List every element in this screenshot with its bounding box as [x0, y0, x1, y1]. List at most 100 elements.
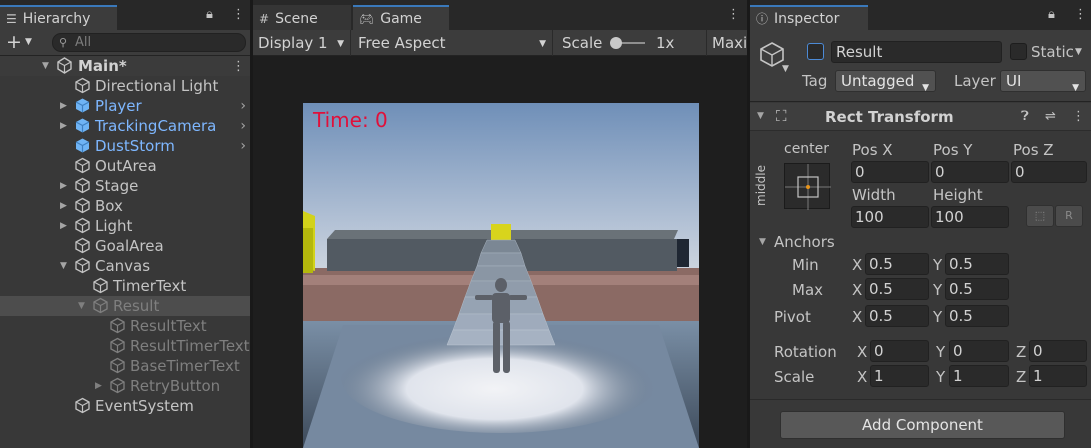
raw-edit-button[interactable]: R: [1055, 205, 1083, 227]
inspector-panel: ⓘ Inspector 🔒︎ ⋮ ▼ Result Static ▼ Tag U…: [750, 0, 1091, 448]
axis-y-label: Y: [936, 343, 946, 361]
height-field[interactable]: 100: [931, 206, 1009, 228]
pos-z-label: Pos Z: [1013, 141, 1054, 159]
tab-scene[interactable]: # Scene: [253, 5, 351, 30]
tree-item-label: RetryButton: [130, 377, 221, 395]
tree-item-result-text[interactable]: ResultText: [0, 316, 250, 336]
axis-x-label: X: [852, 256, 863, 274]
help-icon[interactable]: ❓︎: [1021, 109, 1029, 124]
scene-row-main[interactable]: ▼ Main* ⋮: [0, 56, 250, 76]
pos-x-field[interactable]: 0: [851, 161, 929, 183]
expand-arrow-icon[interactable]: ▼: [42, 61, 49, 71]
expand-arrow-icon[interactable]: ▶: [60, 201, 67, 211]
tree-item-label: ResultText: [130, 317, 207, 335]
expand-arrow-icon[interactable]: ▶: [60, 101, 67, 111]
tree-item-label: Main*: [78, 57, 127, 75]
component-menu-icon[interactable]: ⋮: [1072, 109, 1085, 124]
tree-item-goal-area[interactable]: GoalArea: [0, 236, 250, 256]
tree-item-canvas[interactable]: ▼ Canvas: [0, 256, 250, 276]
rotation-label: Rotation: [774, 343, 837, 361]
rotation-z-field[interactable]: 0: [1029, 340, 1087, 362]
anchor-min-x-field[interactable]: 0.5: [865, 253, 929, 275]
tree-item-result-timer-text[interactable]: ResultTimerText: [0, 336, 250, 356]
tree-item-player[interactable]: ▶ Player ›: [0, 96, 250, 116]
lock-icon[interactable]: 🔒︎: [206, 7, 213, 22]
maximize-on-play-button[interactable]: Maxi: [706, 30, 747, 56]
pivot-x-field[interactable]: 0.5: [865, 305, 929, 327]
add-component-button[interactable]: Add Component: [780, 411, 1065, 439]
tree-item-label: DustStorm: [95, 137, 175, 155]
pos-y-field[interactable]: 0: [931, 161, 1009, 183]
lock-icon[interactable]: 🔒︎: [1048, 7, 1055, 22]
tab-game[interactable]: 🎮︎ Game: [353, 5, 449, 30]
pos-z-field[interactable]: 0: [1011, 161, 1087, 183]
expand-arrow-icon[interactable]: ▶: [60, 221, 67, 231]
chevron-right-icon[interactable]: ›: [240, 98, 246, 114]
expand-arrow-icon[interactable]: ▶: [60, 181, 67, 191]
blueprint-mode-button[interactable]: ⬚: [1026, 205, 1054, 227]
chevron-down-icon: ▼: [1072, 83, 1079, 93]
tree-item-event-system[interactable]: EventSystem: [0, 396, 250, 416]
tree-item-light[interactable]: ▶ Light: [0, 216, 250, 236]
chevron-down-icon: ▼: [539, 39, 546, 49]
layer-dropdown-value: UI: [1006, 72, 1022, 90]
chevron-right-icon[interactable]: ›: [240, 138, 246, 154]
tree-item-box[interactable]: ▶ Box: [0, 196, 250, 216]
anchor-max-x-field[interactable]: 0.5: [865, 278, 929, 300]
object-name-field[interactable]: Result: [831, 41, 1002, 63]
anchor-min-y-field[interactable]: 0.5: [945, 253, 1009, 275]
scale-z-field[interactable]: 1: [1029, 365, 1087, 387]
tree-item-dust-storm[interactable]: DustStorm ›: [0, 136, 250, 156]
width-field[interactable]: 100: [851, 206, 929, 228]
hierarchy-search-input[interactable]: ⚲ All: [52, 33, 246, 52]
tree-item-timer-text[interactable]: TimerText: [0, 276, 250, 296]
active-checkbox[interactable]: [807, 43, 824, 60]
panel-menu-icon[interactable]: ⋮: [1074, 7, 1087, 22]
collapse-arrow-icon[interactable]: ▼: [78, 301, 85, 311]
tab-inspector[interactable]: ⓘ Inspector: [750, 5, 868, 30]
presets-icon[interactable]: ⇌: [1045, 109, 1056, 124]
chevron-right-icon[interactable]: ›: [240, 118, 246, 134]
static-checkbox[interactable]: [1010, 43, 1027, 60]
expand-arrow-icon[interactable]: ▶: [60, 121, 67, 131]
tag-dropdown[interactable]: Untagged ▼: [835, 70, 936, 93]
chevron-down-icon[interactable]: ▼: [782, 64, 789, 74]
collapse-arrow-icon[interactable]: ▼: [757, 111, 764, 121]
rect-transform-icon: ⛶: [776, 107, 787, 125]
rotation-x-field[interactable]: 0: [870, 340, 929, 362]
chevron-down-icon[interactable]: ▼: [25, 37, 32, 47]
display-dropdown[interactable]: Display 1 ▼: [253, 30, 351, 56]
tree-item-tracking-camera[interactable]: ▶ TrackingCamera ›: [0, 116, 250, 136]
tree-item-directional-light[interactable]: Directional Light: [0, 76, 250, 96]
rect-transform-header[interactable]: ▼ ⛶ Rect Transform ❓︎ ⇌ ⋮: [750, 103, 1091, 131]
rotation-y-field[interactable]: 0: [949, 340, 1009, 362]
panel-menu-icon[interactable]: ⋮: [232, 7, 245, 22]
tree-item-retry-button[interactable]: ▶ RetryButton: [0, 376, 250, 396]
scale-x-value: 1: [874, 367, 884, 385]
collapse-arrow-icon[interactable]: ▼: [60, 261, 67, 271]
scale-slider-handle[interactable]: [610, 37, 622, 49]
anchor-presets-button[interactable]: [784, 163, 831, 210]
prefab-icon: [75, 118, 90, 133]
tree-item-result[interactable]: ▼ Result: [0, 296, 250, 316]
pivot-y-field[interactable]: 0.5: [945, 305, 1009, 327]
panel-menu-icon[interactable]: ⋮: [727, 7, 740, 22]
tree-item-label: Stage: [95, 177, 139, 195]
gameobject-icon: [110, 317, 125, 334]
scale-y-field[interactable]: 1: [949, 365, 1009, 387]
scene-menu-icon[interactable]: ⋮: [232, 59, 245, 74]
aspect-dropdown[interactable]: Free Aspect ▼: [353, 30, 553, 56]
tree-item-out-area[interactable]: OutArea: [0, 156, 250, 176]
tree-item-base-timer-text[interactable]: BaseTimerText: [0, 356, 250, 376]
tab-hierarchy[interactable]: ☰ Hierarchy: [0, 5, 117, 30]
expand-arrow-icon[interactable]: ▶: [95, 381, 102, 391]
game-viewport[interactable]: Time: 0: [303, 103, 699, 448]
add-object-button[interactable]: +: [6, 32, 22, 52]
layer-dropdown[interactable]: UI ▼: [1000, 70, 1086, 93]
chevron-down-icon[interactable]: ▼: [1075, 47, 1082, 57]
display-dropdown-value: Display 1: [258, 34, 328, 52]
collapse-arrow-icon[interactable]: ▼: [759, 237, 766, 247]
scale-x-field[interactable]: 1: [870, 365, 929, 387]
tree-item-stage[interactable]: ▶ Stage: [0, 176, 250, 196]
anchor-max-y-field[interactable]: 0.5: [945, 278, 1009, 300]
